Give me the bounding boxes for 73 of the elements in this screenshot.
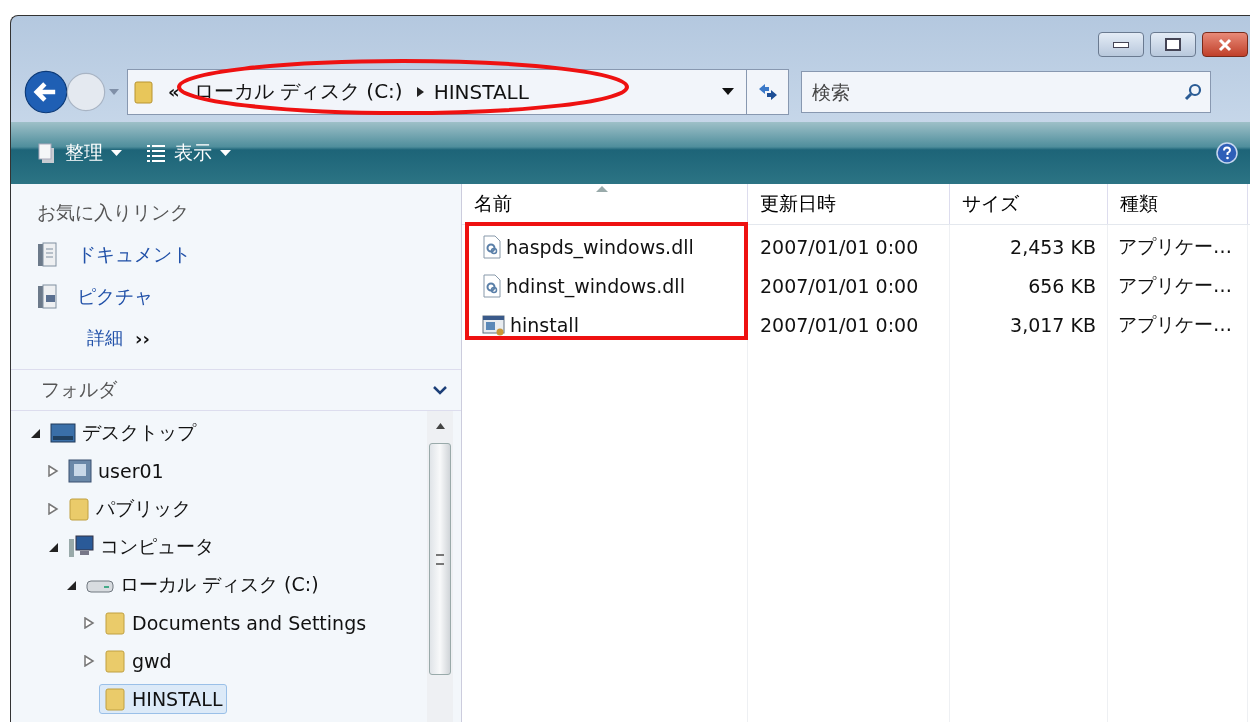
overflow-chevron[interactable]: « bbox=[168, 81, 180, 102]
list-icon bbox=[146, 143, 166, 163]
table-cell-text: アプリケー… bbox=[1117, 233, 1233, 259]
tree-item[interactable]: user01 bbox=[63, 456, 169, 486]
tree-item[interactable]: HINSTALL bbox=[99, 684, 228, 714]
search-field[interactable]: 検索 bbox=[801, 70, 1211, 113]
tree-item[interactable]: ローカル ディスク (C:) bbox=[81, 569, 324, 601]
pictures-icon bbox=[37, 284, 59, 310]
organize-menu[interactable]: 整理 bbox=[35, 138, 124, 168]
caret-icon[interactable] bbox=[722, 88, 734, 95]
folder-icon bbox=[104, 649, 126, 673]
collapsed-arrow-icon[interactable] bbox=[47, 503, 59, 515]
favorite-link[interactable]: ドキュメント bbox=[37, 242, 461, 268]
section-title: フォルダ bbox=[41, 377, 117, 402]
breadcrumb-item[interactable]: HINSTALL bbox=[433, 79, 529, 104]
expanded-arrow-icon[interactable] bbox=[65, 579, 77, 591]
tree-item[interactable]: gwd bbox=[99, 646, 177, 676]
column-header[interactable]: 更新日時 bbox=[748, 184, 950, 224]
help-icon[interactable] bbox=[1216, 142, 1238, 164]
file-name[interactable]: hdinst_windows.dll bbox=[462, 266, 748, 305]
folder-icon bbox=[134, 79, 154, 104]
close-icon bbox=[1217, 37, 1233, 52]
refresh-button[interactable] bbox=[747, 68, 789, 115]
section-title: お気に入りリンク bbox=[37, 200, 190, 225]
minimize-button[interactable] bbox=[1098, 32, 1144, 57]
column-header[interactable]: 名前 bbox=[462, 184, 748, 224]
more-link[interactable]: 詳細 ›› bbox=[87, 326, 461, 350]
application-icon bbox=[482, 313, 506, 336]
circle-icon bbox=[65, 70, 107, 113]
expanded-arrow-icon[interactable] bbox=[47, 541, 59, 553]
collapsed-arrow-icon[interactable] bbox=[83, 655, 95, 667]
expanded-arrow-icon[interactable] bbox=[29, 427, 41, 439]
tree-item[interactable]: パブリック bbox=[63, 493, 196, 525]
close-button[interactable] bbox=[1202, 32, 1248, 57]
folder-icon bbox=[68, 497, 90, 521]
folder-icon bbox=[104, 611, 126, 635]
table-cell-text: 3,017 KB bbox=[1009, 312, 1097, 338]
back-button[interactable] bbox=[23, 68, 69, 115]
maximize-button[interactable] bbox=[1150, 32, 1196, 57]
caret-icon bbox=[220, 150, 231, 156]
user-folder-icon bbox=[68, 459, 92, 483]
desktop-icon bbox=[50, 422, 76, 444]
documents-icon bbox=[37, 242, 59, 268]
table-cell-text: アプリケー… bbox=[1117, 311, 1233, 337]
column-header[interactable]: サイズ bbox=[950, 184, 1108, 224]
table-cell-text: アプリケー… bbox=[1117, 272, 1233, 298]
arrow-icon[interactable] bbox=[416, 86, 424, 97]
scroll-thumb[interactable] bbox=[429, 443, 451, 675]
scroll-up-icon[interactable] bbox=[435, 423, 445, 429]
collapse-icon[interactable] bbox=[433, 385, 447, 395]
table-cell-text: 2007/01/01 0:00 bbox=[759, 273, 920, 299]
scrollbar[interactable] bbox=[427, 411, 453, 722]
caret-icon bbox=[111, 150, 122, 156]
collapsed-arrow-icon[interactable] bbox=[83, 617, 95, 629]
gear-file-icon bbox=[482, 234, 502, 259]
collapsed-arrow-icon[interactable] bbox=[47, 465, 59, 477]
file-name[interactable]: hinstall bbox=[462, 305, 748, 344]
table-cell-text: 2007/01/01 0:00 bbox=[759, 312, 920, 338]
column-header[interactable]: 種類 bbox=[1108, 184, 1248, 224]
table-cell-text: 2007/01/01 0:00 bbox=[759, 234, 920, 260]
favorite-link[interactable]: ピクチャ bbox=[37, 284, 461, 310]
pages-icon bbox=[37, 142, 57, 164]
file-name[interactable]: haspds_windows.dll bbox=[462, 227, 748, 266]
folder-icon bbox=[104, 687, 126, 711]
tree-item[interactable]: コンピュータ bbox=[63, 531, 219, 563]
search-icon bbox=[1184, 82, 1202, 101]
gear-file-icon bbox=[482, 273, 502, 298]
computer-icon bbox=[68, 535, 94, 559]
tree-item[interactable]: デスクトップ bbox=[45, 417, 201, 449]
table-cell-text: 656 KB bbox=[1027, 273, 1097, 299]
views-menu[interactable]: 表示 bbox=[144, 138, 233, 168]
tree-item[interactable]: Documents and Settings bbox=[99, 608, 372, 638]
table-cell-text: 2,453 KB bbox=[1009, 234, 1097, 260]
